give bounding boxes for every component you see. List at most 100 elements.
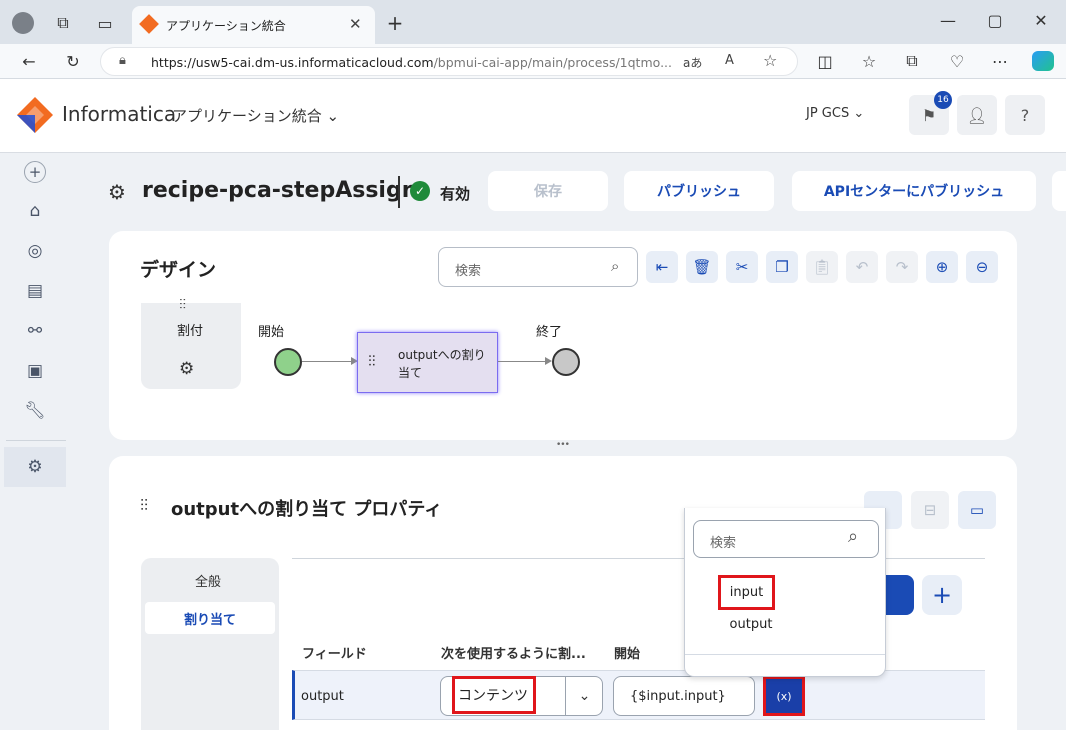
cut-icon[interactable]: ✂ [726, 251, 758, 283]
explore-compass-icon[interactable]: ◎ [24, 240, 46, 262]
save-button[interactable]: 保存 [488, 171, 608, 211]
popup-search-input[interactable]: 検索 ⌕ [693, 520, 879, 558]
popup-item-input[interactable]: input [718, 575, 775, 610]
resize-handle[interactable]: ••• [556, 440, 570, 450]
check-circle-icon: ✓ [410, 181, 430, 201]
library-icon[interactable]: ▣ [24, 360, 46, 382]
tab-assign-label: 割り当て [183, 612, 236, 628]
end-node[interactable] [552, 348, 580, 376]
design-search-input[interactable]: 検索 ⌕ [438, 247, 638, 287]
tab-actions-icon[interactable]: ▭ [90, 9, 120, 37]
assignment-step-node[interactable]: ⫶⫶ outputへの割り当て [357, 332, 498, 393]
search-icon: ⌕ [848, 526, 859, 547]
maximize-icon[interactable]: ▢ [980, 6, 1010, 34]
chevron-down-icon[interactable]: ⌄ [565, 677, 603, 715]
zoom-out-icon[interactable]: ⊖ [966, 251, 998, 283]
paste-icon[interactable]: 📋︎ [806, 251, 838, 283]
browser-essentials-icon[interactable]: ♡ [942, 47, 972, 75]
monitor-icon[interactable]: ▤ [24, 280, 46, 302]
popup-search-placeholder: 検索 [710, 536, 737, 551]
read-aloud-icon[interactable]: aあ [683, 54, 702, 71]
popup-item-label: input [729, 585, 764, 600]
use-value-text: コンテンツ [458, 688, 528, 704]
maximize-panel-icon[interactable]: ▭ [958, 491, 996, 529]
workspaces-icon[interactable]: ⧉ [48, 9, 78, 37]
delete-icon[interactable]: 🗑︎ [686, 251, 718, 283]
split-screen-icon[interactable]: ◫ [810, 47, 840, 75]
browser-tab[interactable]: アプリケーション統合 ✕ [132, 6, 375, 44]
favorites-icon[interactable]: ☆ [854, 47, 884, 75]
gears-icon: ⚙ [179, 359, 195, 379]
product-switcher[interactable]: アプリケーション統合 ⌄ [172, 105, 339, 126]
copy-icon[interactable]: ❐ [766, 251, 798, 283]
undo-icon[interactable]: ↶ [846, 251, 878, 283]
informatica-logo-icon [17, 97, 53, 133]
end-label: 終了 [536, 325, 563, 340]
tab-general[interactable]: 全般 [195, 571, 221, 590]
design-title: デザイン [140, 259, 217, 281]
zoom-in-icon[interactable]: ⊕ [926, 251, 958, 283]
home-icon[interactable]: ⌂ [24, 200, 46, 222]
close-window-icon[interactable]: ✕ [1026, 6, 1056, 34]
popup-item-output[interactable]: output [718, 612, 784, 636]
add-icon[interactable]: + [24, 161, 46, 183]
back-icon[interactable]: ← [14, 47, 44, 75]
rail-divider [6, 440, 66, 441]
help-button[interactable]: ? [1005, 95, 1045, 135]
redo-icon[interactable]: ↷ [886, 251, 918, 283]
collapse-left-icon[interactable]: ⇤ [646, 251, 678, 283]
add-icon[interactable]: + [922, 575, 962, 615]
connections-icon[interactable]: ⚯ [24, 320, 46, 342]
wrench-icon[interactable]: 🔧︎ [24, 400, 46, 422]
process-gears-icon: ⚙ [27, 457, 43, 477]
brand-name: Informatica [62, 102, 177, 126]
connector-line [302, 361, 357, 362]
title-divider [398, 176, 400, 208]
browser-tab-bar: ⧉ ▭ アプリケーション統合 ✕ + — ▢ ✕ [0, 0, 1066, 44]
close-tab-icon[interactable]: ✕ [349, 15, 362, 33]
text-size-icon[interactable]: A [725, 53, 734, 68]
favorite-star-icon[interactable]: ☆ [763, 51, 777, 70]
publish-button[interactable]: パブリッシュ [624, 171, 774, 211]
popup-item-label: output [729, 616, 773, 632]
start-node[interactable] [274, 348, 302, 376]
flag-icon: ⚑ [921, 105, 937, 125]
split-view-icon[interactable]: ⊟ [911, 491, 949, 529]
tab-title: アプリケーション統合 [166, 19, 286, 33]
status-badge: 有効 [440, 185, 471, 203]
publish-api-center-button[interactable]: APIセンターにパブリッシュ [792, 171, 1036, 211]
org-switcher[interactable]: JP GCS ⌄ [806, 106, 864, 121]
design-panel: デザイン 検索 ⌕ ⇤ 🗑︎ ✂ ❐ 📋︎ ↶ ↷ ⊕ ⊖ ⫶⫶ 割付 ⚙ 開始… [109, 231, 1017, 440]
assignment-icon: ⫶⫶ [140, 496, 149, 515]
new-tab-icon[interactable]: + [380, 9, 410, 37]
variable-picker-button[interactable]: (x) [763, 676, 805, 716]
app-header: Informatica アプリケーション統合 ⌄ JP GCS ⌄ ⚑ 16 👤… [0, 79, 1066, 153]
notification-badge: 16 [934, 91, 952, 109]
informatica-favicon-icon [139, 14, 159, 34]
table-row[interactable]: output ⌄ コンテンツ {$input.input} (x) [292, 670, 985, 720]
search-placeholder: 検索 [455, 264, 482, 279]
col-field-header: フィールド [302, 647, 367, 662]
lock-icon: 🔒︎ [119, 53, 126, 68]
user-profile-button[interactable]: 👤︎ [957, 95, 997, 135]
palette-assignment-item[interactable]: ⫶⫶ 割付 ⚙ [141, 297, 241, 389]
search-icon: ⌕ [611, 257, 620, 275]
expression-input[interactable]: {$input.input} [613, 676, 755, 716]
overflow-button[interactable] [1052, 171, 1066, 211]
collections-icon[interactable]: ⧉ [897, 47, 927, 75]
chevron-down-icon: ⌄ [326, 107, 340, 125]
profile-avatar[interactable] [12, 12, 34, 34]
reload-icon[interactable]: ↻ [58, 47, 88, 75]
property-tabs: 全般 割り当て [141, 558, 279, 730]
left-nav-rail: + ⌂ ◎ ▤ ⚯ ▣ 🔧︎ ⚙ [4, 153, 66, 730]
col-use-header: 次を使用するように割... [441, 647, 586, 662]
more-menu-icon[interactable]: ⋯ [985, 47, 1015, 75]
minimize-icon[interactable]: — [933, 6, 963, 34]
tab-assign[interactable]: 割り当て [145, 602, 275, 634]
arrow-head [545, 357, 552, 365]
connector-line [498, 361, 546, 362]
address-bar[interactable]: 🔒︎ https://usw5-cai.dm-us.informaticaclo… [100, 47, 798, 76]
x-variable-icon: (x) [776, 689, 792, 703]
step-label: outputへの割り当て [398, 348, 486, 380]
copilot-icon[interactable] [1032, 51, 1054, 71]
